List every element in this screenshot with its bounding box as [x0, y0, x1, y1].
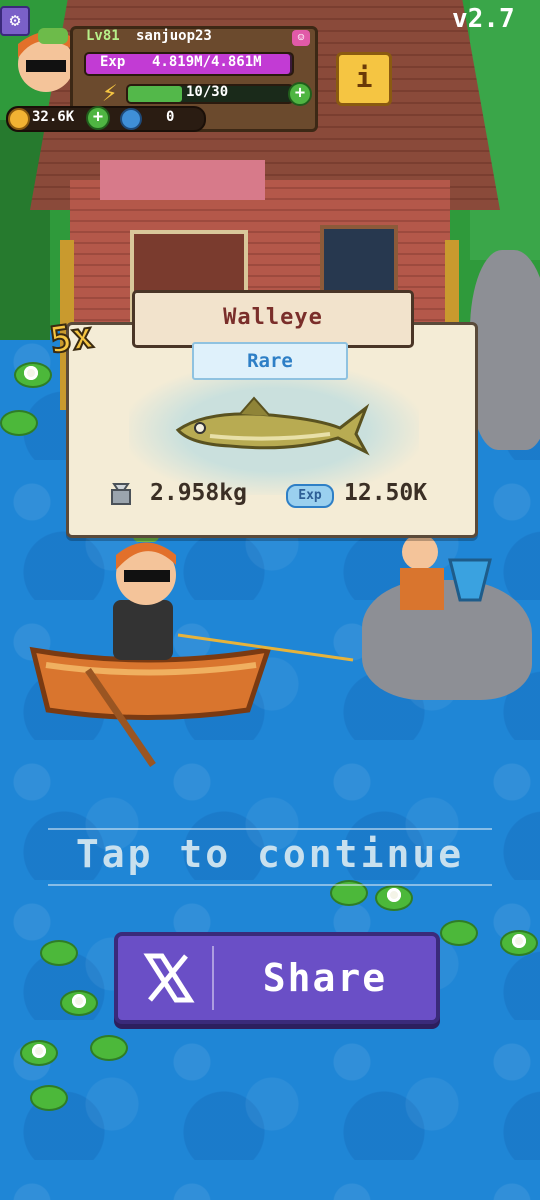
lily-pad: [440, 920, 478, 946]
fisher-in-boat: [29, 530, 354, 767]
dock-post-right: [445, 240, 459, 330]
water-flower: [24, 366, 38, 380]
merchant-npc: [400, 534, 492, 610]
fish-weight: 2.958kg: [150, 480, 247, 506]
chat-icon: ☺: [297, 31, 305, 44]
rarity-badge: Rare: [192, 342, 348, 380]
lily-pad: [40, 940, 78, 966]
water-flower: [32, 1044, 46, 1058]
version-label: v2.7: [452, 4, 515, 34]
lily-pad: [90, 1035, 128, 1061]
cliff-rock: [470, 250, 540, 450]
scale-icon: [108, 480, 134, 506]
exp-value: 4.819M/4.861M: [152, 54, 262, 70]
player-level: Lv81: [86, 28, 120, 44]
share-button[interactable]: Share: [114, 932, 440, 1024]
fish-illustration: [175, 396, 370, 456]
exp-badge: Exp: [286, 484, 334, 508]
tap-to-continue[interactable]: Tap to continue: [0, 832, 540, 876]
globe-icon: [120, 108, 142, 130]
exp-reward: 12.50K: [344, 480, 428, 506]
info-button[interactable]: i: [336, 52, 392, 106]
energy-value: 10/30: [186, 84, 229, 100]
divider-bottom: [48, 884, 492, 886]
energy-bar-fill: [128, 86, 183, 102]
lily-pad: [0, 410, 38, 436]
chat-button[interactable]: ☺: [292, 30, 310, 46]
awning: [100, 160, 265, 200]
lightning-icon: ⚡: [102, 78, 118, 108]
coin-icon: [8, 108, 30, 130]
info-icon: i: [355, 61, 373, 94]
share-label: Share: [262, 956, 388, 1000]
lily-pad: [30, 1085, 68, 1111]
exp-label: Exp: [100, 54, 126, 70]
x-logo-icon: [140, 950, 196, 1006]
coin-count: 32.6K: [32, 109, 75, 125]
fish-name: Walleye: [132, 290, 414, 348]
water-flower: [72, 994, 86, 1008]
player-username: sanjuop23: [136, 28, 212, 44]
gem-count: 0: [166, 109, 175, 125]
water-flower: [512, 934, 526, 948]
button-divider: [212, 946, 214, 1010]
add-energy-button[interactable]: +: [288, 82, 312, 106]
divider-top: [48, 828, 492, 830]
add-coins-button[interactable]: +: [86, 106, 110, 130]
water-flower: [387, 888, 401, 902]
catch-multiplier: 5x: [46, 314, 97, 363]
